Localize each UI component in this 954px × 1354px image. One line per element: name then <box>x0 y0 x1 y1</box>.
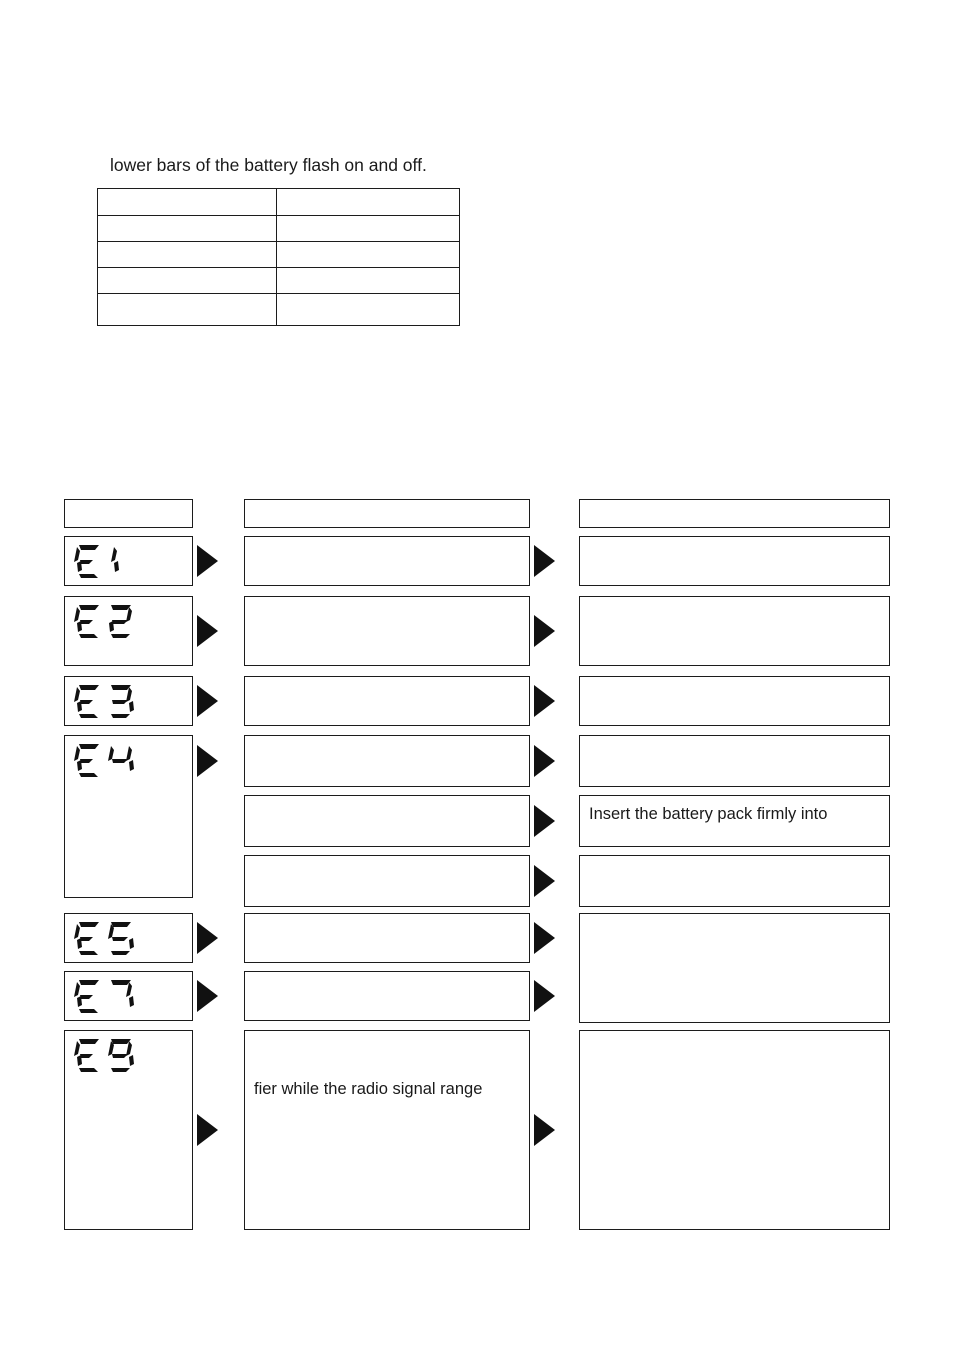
page-canvas: lower bars of the battery flash on and o… <box>0 0 954 1354</box>
flow-arrow-icon <box>534 865 555 897</box>
flow-header-code <box>64 499 193 528</box>
flow-cause-cell-e7 <box>244 971 530 1021</box>
seven-segment-display-icon <box>72 1037 140 1075</box>
flow-cause-cell-e9: fier while the radio signal range <box>244 1030 530 1230</box>
seven-segment-display-icon <box>72 742 140 780</box>
flow-arrow-icon <box>197 615 218 647</box>
flow-cause-cell-e5 <box>244 913 530 963</box>
flow-arrow-icon <box>197 685 218 717</box>
flow-arrow-icon <box>197 922 218 954</box>
flow-cause-cell-e4-a <box>244 735 530 787</box>
flow-arrow-icon <box>534 922 555 954</box>
flow-arrow-icon <box>534 745 555 777</box>
flow-arrow-icon <box>534 615 555 647</box>
flow-cause-text: fier while the radio signal range <box>254 1080 483 1098</box>
flow-header-cause <box>244 499 530 528</box>
error-code-cell-e7 <box>64 971 193 1021</box>
flow-action-cell-e4-a <box>579 735 890 787</box>
flow-arrow-icon <box>197 980 218 1012</box>
seven-segment-display-icon <box>72 683 140 721</box>
flow-action-cell-e2 <box>579 596 890 666</box>
flow-action-cell-e9 <box>579 1030 890 1230</box>
error-code-cell-e2 <box>64 596 193 666</box>
error-code-cell-e9 <box>64 1030 193 1230</box>
flow-cause-cell-e2 <box>244 596 530 666</box>
error-code-cell-e5 <box>64 913 193 963</box>
error-code-cell-e3 <box>64 676 193 726</box>
seven-segment-display-icon <box>72 543 140 581</box>
flow-arrow-icon <box>197 745 218 777</box>
flow-action-cell-e5-e7-merged <box>579 913 890 1023</box>
error-code-cell-e4 <box>64 735 193 898</box>
flow-action-cell-e3 <box>579 676 890 726</box>
flow-cause-cell-e4-b <box>244 795 530 847</box>
flow-arrow-icon <box>534 685 555 717</box>
error-code-flow-diagram: Insert the battery pack firmly into fier… <box>0 0 954 1354</box>
flow-action-text: Insert the battery pack firmly into <box>589 805 828 823</box>
seven-segment-display-icon <box>72 978 140 1016</box>
seven-segment-display-icon <box>72 920 140 958</box>
flow-arrow-icon <box>534 545 555 577</box>
seven-segment-display-icon <box>72 603 140 641</box>
flow-action-cell-e4-b: Insert the battery pack firmly into <box>579 795 890 847</box>
flow-cause-cell-e1 <box>244 536 530 586</box>
flow-cause-cell-e3 <box>244 676 530 726</box>
flow-header-action <box>579 499 890 528</box>
error-code-cell-e1 <box>64 536 193 586</box>
flow-cause-cell-e4-c <box>244 855 530 907</box>
flow-arrow-icon <box>197 1114 218 1146</box>
flow-action-cell-e1 <box>579 536 890 586</box>
flow-arrow-icon <box>197 545 218 577</box>
flow-arrow-icon <box>534 980 555 1012</box>
flow-action-cell-e4-c <box>579 855 890 907</box>
flow-arrow-icon <box>534 805 555 837</box>
flow-arrow-icon <box>534 1114 555 1146</box>
